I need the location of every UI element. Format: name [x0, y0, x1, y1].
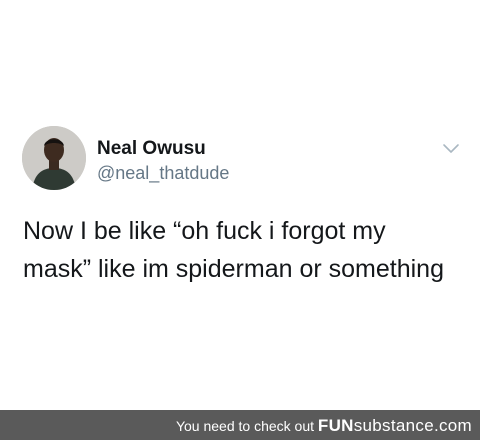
footer-brand-substance: substance — [353, 416, 434, 435]
footer-brand-suffix: .com — [433, 416, 472, 435]
footer-prefix: You need to check out — [175, 418, 318, 434]
tweet-card: Neal Owusu @neal_thatdude Now I be like … — [0, 0, 480, 410]
tweet-text: Now I be like “oh fuck i forgot my mask”… — [23, 212, 463, 288]
chevron-down-icon[interactable] — [441, 142, 461, 156]
watermark-footer: You need to check out FUNsubstance.com — [0, 410, 480, 440]
avatar[interactable] — [22, 126, 86, 190]
tweet-text-line: Now I be like “oh fuck i forgot my — [23, 217, 386, 245]
footer-brand: FUNsubstance.com — [318, 416, 472, 435]
avatar-image — [22, 126, 86, 190]
author-display-name[interactable]: Neal Owusu — [97, 138, 206, 160]
footer-brand-fun: FUN — [317, 416, 354, 435]
author-handle[interactable]: @neal_thatdude — [97, 163, 229, 184]
tweet-text-line: mask” like im spiderman or something — [23, 255, 444, 283]
footer-text: You need to check out FUNsubstance.com — [176, 416, 472, 436]
